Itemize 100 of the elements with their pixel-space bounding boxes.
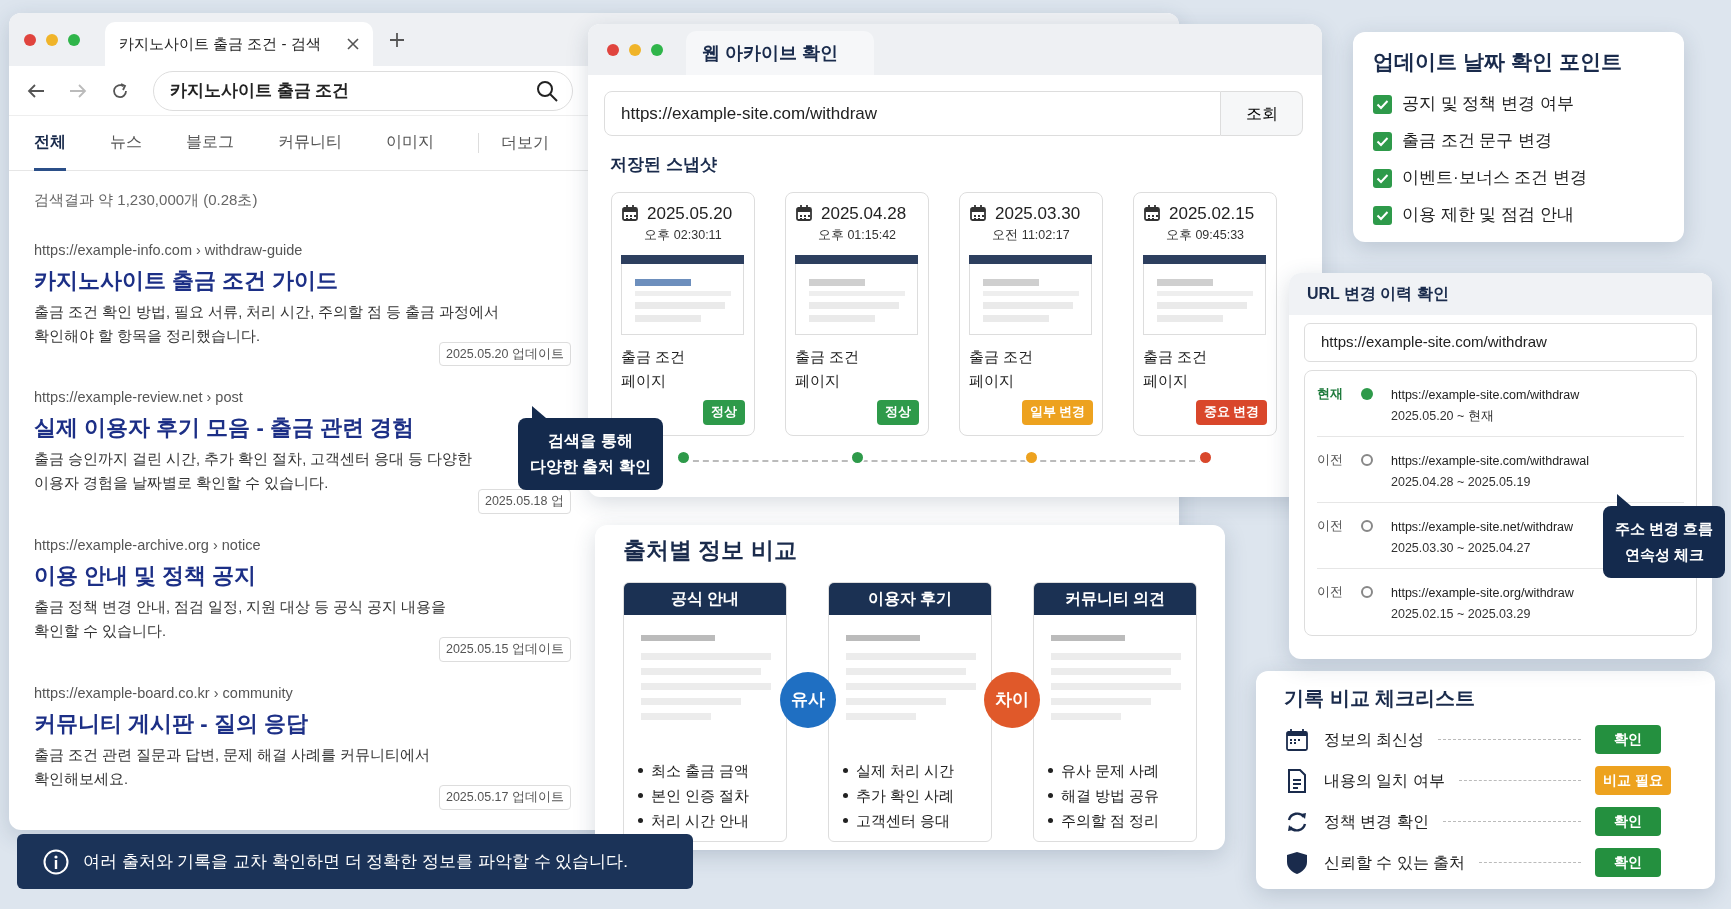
bullet-text: 주의할 점 정리 [1060,810,1160,831]
checkbox[interactable] [1373,168,1392,188]
comparison-badge: 차이 [984,671,1041,728]
snapshot-card[interactable]: 2025.04.28 오후 01:15:42 출금 조건 페이지 정상 [785,191,929,436]
url-field[interactable]: https://example-site.com/withdraw [604,91,1221,136]
page-label: 출금 조건 페이지 [795,346,861,391]
bullet-text: 고객센터 응대 [855,810,951,831]
date-range: 2025.04.28 ~ 2025.05.19 [1391,474,1532,491]
result-url: https://example-review.net › post [34,388,244,408]
card-header: 이용자 후기 [828,582,992,615]
shield-icon [1286,850,1308,875]
date-range: 2025.05.20 ~ 현재 [1391,408,1495,425]
checkbox[interactable] [1373,94,1392,114]
window-controls-drawing[interactable] [606,42,664,57]
search-tab[interactable]: 커뮤니티 [278,116,342,171]
result-url: https://example-board.co.kr › community [34,683,294,703]
result-url: https://example-archive.org › notice [34,536,262,555]
tooltip: 주소 변경 흐름 연속성 체크 [1603,494,1726,578]
bullet-text: 본인 인증 절차 [651,785,750,806]
browser-tab[interactable]: 카지노사이트 출금 조건 - 검색 [105,22,373,66]
update-date-tag: 2025.05.20 업데이트 [438,341,571,367]
info-icon [43,848,69,875]
tooltip: 검색을 통해 다양한 출처 확인 [518,406,663,490]
status-tag: 확인 [1595,725,1661,754]
bullet-icon [1047,767,1053,773]
tab-title: 카지노사이트 출금 조건 - 검색 [119,33,321,54]
plus-icon[interactable] [389,31,405,48]
reload-icon[interactable] [111,81,129,100]
panel-title: 출처별 정보 비교 [623,536,798,565]
result-link[interactable]: 카지노사이트 출금 조건 가이드 [34,265,339,296]
status-tag: 확인 [1595,807,1661,836]
url-field[interactable]: https://example-site.com/withdraw [1304,323,1697,362]
status-tag: 확인 [1595,848,1661,877]
bullet-text: 최소 출금 금액 [651,760,750,781]
bullet-icon [842,767,848,773]
page-label: 출금 조건 페이지 [621,346,687,391]
checklist-item: 이벤트·보너스 조건 변경 [1402,167,1588,190]
calendar-icon [621,204,639,223]
snapshot-date: 2025.05.20 [647,202,733,225]
checklist-item: 정보의 최신성 [1324,729,1425,750]
search-tab[interactable]: 더보기 [478,133,549,153]
status-tag: 비교 필요 [1595,766,1671,795]
snapshot-card[interactable]: 2025.02.15 오후 09:45:33 출금 조건 페이지 중요 변경 [1133,191,1277,436]
search-tab[interactable]: 이미지 [386,116,434,171]
result-url: https://example-info.com › withdraw-guide [34,240,304,260]
history-url: https://example-site.com/withdrawal [1391,453,1589,470]
bullet-icon [842,792,848,798]
bullet-text: 실제 처리 시간 [855,760,955,781]
result-snippet: 출금 승인까지 걸린 시간, 추가 확인 절차, 고객센터 응대 등 다양한 이용자 경험을 날짜별로 확인할 수 있습니다. [34,450,474,494]
search-tab[interactable]: 블로그 [186,116,234,171]
status-tag: 일부 변경 [1021,399,1093,425]
window-controls-drawing[interactable] [23,32,81,47]
section-title: 저장된 스냅샷 [610,154,718,176]
history-url: https://example-site.org/withdraw [1391,585,1574,602]
snapshot-card[interactable]: 2025.03.30 오전 11:02:17 출금 조건 페이지 일부 변경 [959,191,1103,436]
checklist-item: 정책 변경 확인 [1324,811,1429,832]
refresh-icon [1285,809,1309,834]
back-arrow-icon[interactable] [27,82,45,99]
card-header: 공식 안내 [624,582,787,615]
banner-text: 여러 출처와 기록을 교차 확인하면 더 정확한 정보를 파악할 수 있습니다. [83,850,628,873]
history-url: https://example-site.net/withdraw [1391,519,1574,536]
result-link[interactable]: 커뮤니티 게시판 - 질의 응답 [34,708,308,739]
snapshot-date: 2025.02.15 [1169,202,1255,225]
bullet-icon [1047,792,1053,798]
forward-arrow-icon[interactable] [69,82,87,99]
checkbox[interactable] [1373,205,1392,225]
checkbox[interactable] [1373,131,1392,151]
card-header: 커뮤니티 의견 [1033,582,1196,615]
status-tag: 정상 [703,399,745,425]
checklist-item: 이용 제한 및 점검 안내 [1402,204,1574,227]
result-snippet: 출금 조건 관련 질문과 답변, 문제 해결 사례를 커뮤니티에서 확인해보세요. [34,745,432,789]
status-label: 현재 [1317,386,1344,403]
status-tag: 정상 [877,399,919,425]
page-label: 출금 조건 페이지 [969,346,1035,391]
lookup-button[interactable]: 조회 [1221,91,1303,136]
checklist-item: 출금 조건 문구 변경 [1402,130,1553,153]
bullet-icon [638,767,643,773]
comparison-badge: 유사 [779,671,836,728]
status-label: 이전 [1317,518,1344,535]
search-tab[interactable]: 뉴스 [110,116,142,171]
checklist-item: 신뢰할 수 있는 출처 [1324,852,1466,873]
date-range: 2025.03.30 ~ 2025.04.27 [1391,540,1532,557]
bullet-icon [1047,817,1053,823]
search-tab[interactable]: 전체 [34,116,66,171]
result-link[interactable]: 실제 이용자 후기 모음 - 출금 관련 경험 [34,413,415,444]
close-icon[interactable] [347,38,359,50]
bullet-text: 추가 확인 사례 [855,785,955,806]
bullet-icon [842,817,848,823]
checklist-item: 내용의 일치 여부 [1324,770,1445,791]
snapshot-time: 오후 09:45:33 [1164,227,1246,244]
result-count: 검색결과 약 1,230,000개 (0.28초) [34,190,259,210]
update-date-tag: 2025.05.17 업데이트 [438,784,571,810]
status-label: 이전 [1317,584,1344,601]
status-label: 이전 [1317,452,1344,469]
search-icon[interactable] [536,79,558,102]
card-title: 업데이트 날짜 확인 포인트 [1373,49,1623,75]
snapshot-time: 오후 02:30:11 [643,227,723,244]
bullet-text: 해결 방법 공유 [1060,785,1160,806]
result-link[interactable]: 이용 안내 및 정책 공지 [34,561,257,591]
snapshot-date: 2025.04.28 [821,202,907,225]
